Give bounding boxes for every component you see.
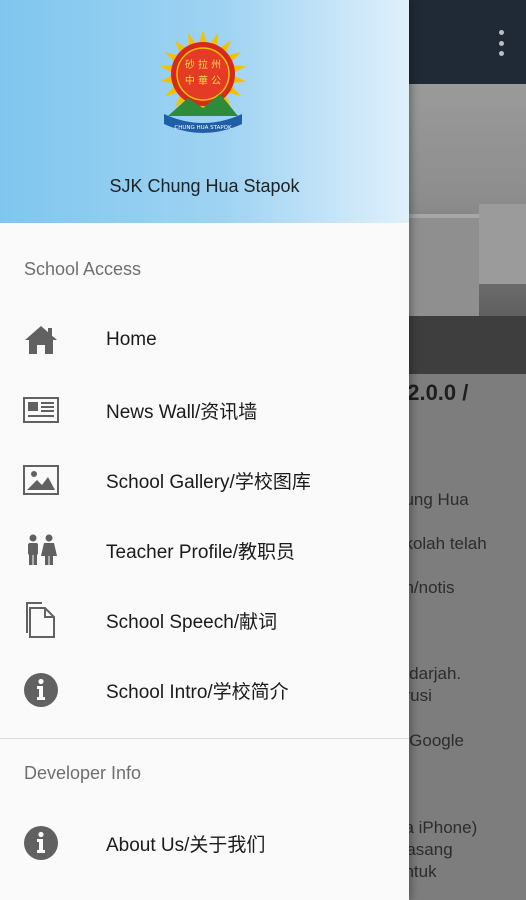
drawer-item-label: School Intro/学校简介 [106,681,289,703]
drawer-item-label: About Us/关于我们 [106,834,266,856]
drawer-item-school-speech[interactable]: School Speech/献词 [0,585,409,655]
drawer-item-label: Teacher Profile/教职员 [106,541,296,563]
drawer-item-label: News Wall/资讯墙 [106,401,258,423]
school-name: SJK Chung Hua Stapok [109,176,300,196]
svg-text:CHUNG HUA STAPOK: CHUNG HUA STAPOK [174,125,232,131]
svg-text:中 華 公: 中 華 公 [185,74,221,87]
overflow-menu-icon[interactable] [498,30,504,56]
navigation-drawer: 砂 拉 州 中 華 公 CHUNG HUA STAPOK SJK Chung H… [0,0,409,900]
drawer-item-school-intro[interactable]: School Intro/学校简介 [0,655,409,725]
drawer-item-school-gallery[interactable]: School Gallery/学校图库 [0,445,409,515]
image-gallery-icon [23,462,59,498]
drawer-item-home[interactable]: Home [0,305,409,375]
drawer-item-teacher-profile[interactable]: Teacher Profile/教职员 [0,515,409,585]
banner-image [409,84,526,374]
drawer-item-label: Home [106,329,157,350]
section-title-developer-info: Developer Info [24,763,142,783]
newspaper-icon [23,392,59,428]
drawer-item-label: School Speech/献词 [106,611,278,633]
info-icon [23,825,59,861]
info-icon [23,672,59,708]
people-icon [23,532,59,568]
divider [0,738,409,739]
drawer-header: 砂 拉 州 中 華 公 CHUNG HUA STAPOK SJK Chung H… [0,0,409,223]
school-logo: 砂 拉 州 中 華 公 CHUNG HUA STAPOK [159,30,247,133]
section-title-school-access: School Access [24,259,142,279]
drawer-item-label: School Gallery/学校图库 [106,471,311,493]
svg-text:砂 拉 州: 砂 拉 州 [185,58,221,71]
home-icon [23,322,59,358]
document-icon [23,602,59,638]
drawer-item-news-wall[interactable]: News Wall/资讯墙 [0,375,409,445]
drawer-item-about-us[interactable]: About Us/关于我们 [0,808,409,878]
